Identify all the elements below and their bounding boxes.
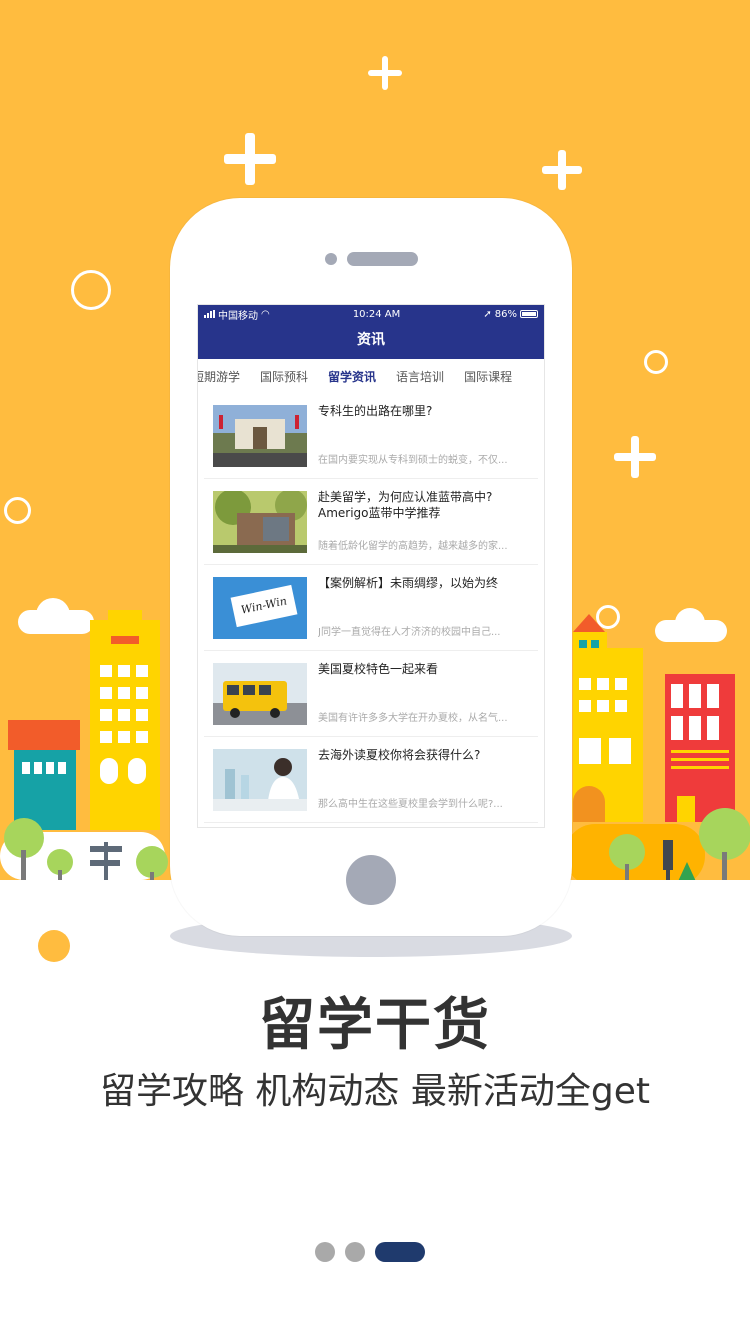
win-win-label: Win-Win [239,594,289,617]
news-summary: 那么高中生在这些夏校里会学到什么呢?... [318,799,503,810]
news-title: 去海外读夏校你将会获得什么? [318,748,481,762]
plus-decoration [542,150,582,190]
ring-decoration [4,497,31,524]
page-indicator [315,1242,425,1262]
win-win-card: Win-Win [230,584,298,628]
phone-speaker [347,252,418,266]
page-title: 资讯 [357,332,385,348]
wifi-icon: ◠ [261,308,270,320]
location-icon: ➚ [483,308,492,320]
status-time: 10:24 AM [352,308,401,320]
news-summary: 美国有许许多多大学在开办夏校，从名气... [318,713,508,724]
feature-subline: 留学攻略 机构动态 最新活动全get [99,1071,650,1112]
city-right-illustration [565,614,750,912]
city-left-illustration [0,610,175,910]
news-thumbnail: Win-Win [213,577,307,639]
carrier-label: 中国移动 [218,310,258,322]
tab-international-courses[interactable]: 国际课程 [454,368,522,385]
news-item[interactable]: 专科生的出路在哪里? 在国内要实现从专科到硕士的蜕变，不仅... [204,393,538,479]
news-title: 专科生的出路在哪里? [318,404,433,418]
news-thumbnail [213,663,307,725]
phone-home-button [346,855,396,905]
dot-decoration [38,930,70,962]
ring-decoration [71,270,111,310]
news-item[interactable]: 美国夏校特色一起来看 美国有许许多多大学在开办夏校，从名气... [204,651,538,737]
news-item[interactable]: 去海外读夏校你将会获得什么? 那么高中生在这些夏校里会学到什么呢?... [204,737,538,823]
plus-decoration [368,56,402,90]
news-thumbnail [213,749,307,811]
page-dot[interactable] [345,1242,365,1262]
signal-icon [204,310,215,318]
app-header: 中国移动 ◠ 10:24 AM ➚ 86% 资讯 [198,305,544,359]
news-title: 【案例解析】未雨绸缪，以始为终 [318,576,499,590]
ring-decoration [644,350,668,374]
battery-icon [519,310,538,318]
news-summary: 在国内要实现从专科到硕士的蜕变，不仅... [318,455,508,466]
page-dot[interactable] [315,1242,335,1262]
status-bar: 中国移动 ◠ 10:24 AM ➚ 86% [198,305,544,323]
feature-headline: 留学干货 [259,993,491,1058]
news-list: 专科生的出路在哪里? 在国内要实现从专科到硕士的蜕变，不仅... 赴美留学，为何… [198,393,544,823]
phone-screen: 中国移动 ◠ 10:24 AM ➚ 86% 资讯 短期游学 国际预科 留学资讯 … [197,304,545,828]
tab-language-training[interactable]: 语言培训 [386,368,454,385]
category-tabs: 短期游学 国际预科 留学资讯 语言培训 国际课程 [198,361,544,391]
battery-percent: 86% [494,308,517,320]
news-item[interactable]: 赴美留学，为何应认准蓝带高中?Amerigo蓝带中学推荐 随着低龄化留学的高趋势… [204,479,538,565]
page-dot-active[interactable] [375,1242,425,1262]
news-summary: J同学一直觉得在人才济济的校园中自己... [318,627,501,638]
plus-decoration [224,133,276,185]
phone-camera [325,253,337,265]
news-thumbnail [213,405,307,467]
news-thumbnail [213,491,307,553]
news-title: 赴美留学，为何应认准蓝带高中?Amerigo蓝带中学推荐 [318,490,493,520]
news-title: 美国夏校特色一起来看 [318,662,439,676]
plus-decoration [614,436,656,478]
news-item[interactable]: Win-Win 【案例解析】未雨绸缪，以始为终 J同学一直觉得在人才济济的校园中… [204,565,538,651]
tab-short-term-study[interactable]: 短期游学 [198,368,250,385]
tab-study-abroad-news[interactable]: 留学资讯 [318,368,386,385]
news-summary: 随着低龄化留学的高趋势，越来越多的家... [318,541,508,552]
tab-international-foundation[interactable]: 国际预科 [250,368,318,385]
